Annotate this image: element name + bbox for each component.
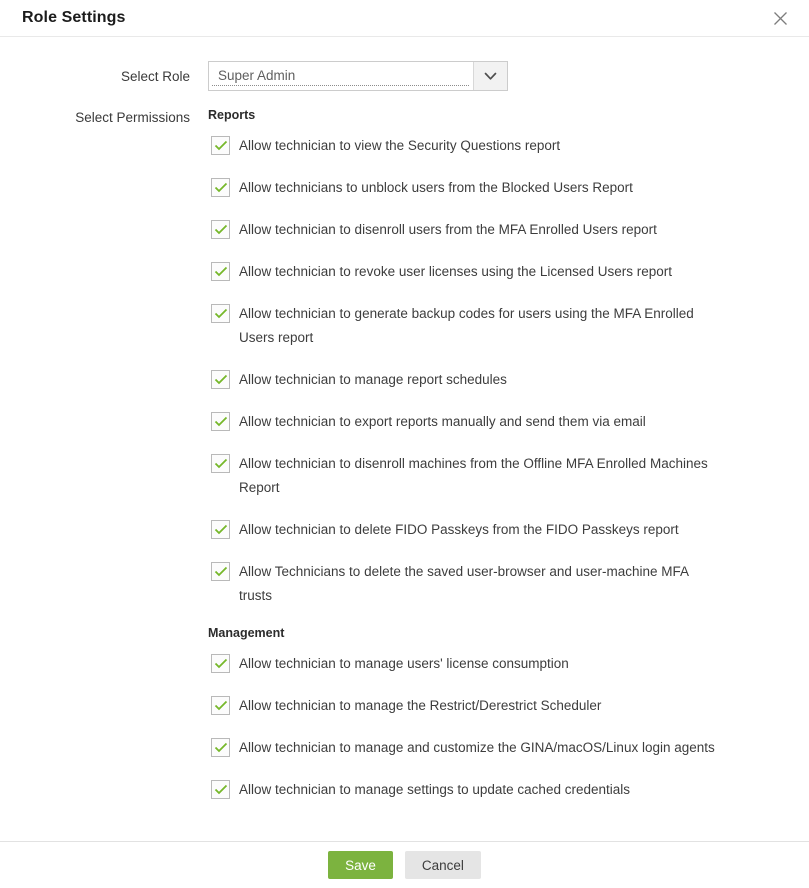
select-permissions-label: Select Permissions: [0, 108, 190, 126]
permission-row: Allow technician to view the Security Qu…: [208, 134, 715, 158]
permission-row: Allow technician to manage and customize…: [208, 736, 715, 760]
permission-checkbox[interactable]: [211, 738, 230, 757]
form-area: Select Role Super Admin Select Permissio…: [0, 37, 809, 820]
section-reports: Reports Allow technician to view the Sec…: [208, 108, 715, 608]
permission-row: Allow technician to delete FIDO Passkeys…: [208, 518, 715, 542]
check-icon: [214, 374, 228, 385]
permission-label: Allow technician to view the Security Qu…: [239, 134, 560, 158]
section-heading-reports: Reports: [208, 108, 715, 122]
permission-checkbox[interactable]: [211, 520, 230, 539]
close-button[interactable]: [771, 9, 789, 27]
check-icon: [214, 224, 228, 235]
permission-label: Allow technician to generate backup code…: [239, 302, 694, 350]
dialog-footer: Save Cancel: [0, 841, 809, 888]
chevron-down-icon: [484, 72, 497, 81]
permission-label: Allow technician to manage and customize…: [239, 736, 715, 760]
section-heading-management: Management: [208, 626, 715, 640]
permission-checkbox[interactable]: [211, 780, 230, 799]
permission-label: Allow technician to revoke user licenses…: [239, 260, 672, 284]
permission-row: Allow technician to disenroll machines f…: [208, 452, 715, 500]
check-icon: [214, 416, 228, 427]
check-icon: [214, 742, 228, 753]
select-role-label: Select Role: [0, 61, 190, 85]
permission-row: Allow technician to manage settings to u…: [208, 778, 715, 802]
permission-row: Allow technician to manage users' licens…: [208, 652, 715, 676]
permission-checkbox[interactable]: [211, 562, 230, 581]
permission-label: Allow technician to export reports manua…: [239, 410, 646, 434]
permission-label: Allow technician to disenroll machines f…: [239, 452, 708, 500]
permission-label: Allow technician to disenroll users from…: [239, 218, 657, 242]
permission-label: Allow technician to manage the Restrict/…: [239, 694, 601, 718]
permission-label: Allow technician to manage settings to u…: [239, 778, 630, 802]
check-icon: [214, 784, 228, 795]
permission-checkbox[interactable]: [211, 178, 230, 197]
check-icon: [214, 658, 228, 669]
permission-checkbox[interactable]: [211, 370, 230, 389]
permission-checkbox[interactable]: [211, 304, 230, 323]
permission-row: Allow technician to manage report schedu…: [208, 368, 715, 392]
select-permissions-row: Select Permissions Reports Allow technic…: [0, 108, 809, 820]
section-management: Management Allow technician to manage us…: [208, 626, 715, 802]
permission-label: Allow technician to manage users' licens…: [239, 652, 569, 676]
permission-label: Allow technicians to unblock users from …: [239, 176, 633, 200]
dialog-title: Role Settings: [22, 9, 126, 27]
permission-label: Allow technician to manage report schedu…: [239, 368, 507, 392]
role-select[interactable]: Super Admin: [208, 61, 508, 91]
check-icon: [214, 524, 228, 535]
check-icon: [214, 266, 228, 277]
permission-row: Allow technician to export reports manua…: [208, 410, 715, 434]
permission-row: Allow technician to revoke user licenses…: [208, 260, 715, 284]
check-icon: [214, 140, 228, 151]
permission-label: Allow Technicians to delete the saved us…: [239, 560, 689, 608]
permission-checkbox[interactable]: [211, 412, 230, 431]
permission-checkbox[interactable]: [211, 454, 230, 473]
role-select-arrow[interactable]: [473, 62, 507, 90]
select-focus-outline: [212, 85, 469, 86]
check-icon: [214, 182, 228, 193]
permission-checkbox[interactable]: [211, 696, 230, 715]
save-button[interactable]: Save: [328, 851, 393, 879]
permission-checkbox[interactable]: [211, 654, 230, 673]
permission-row: Allow Technicians to delete the saved us…: [208, 560, 715, 608]
permission-checkbox[interactable]: [211, 136, 230, 155]
cancel-button[interactable]: Cancel: [405, 851, 481, 879]
permission-checkbox[interactable]: [211, 262, 230, 281]
permissions-list: Reports Allow technician to view the Sec…: [208, 108, 715, 820]
check-icon: [214, 308, 228, 319]
permission-row: Allow technician to generate backup code…: [208, 302, 715, 350]
close-icon: [773, 11, 788, 26]
permission-label: Allow technician to delete FIDO Passkeys…: [239, 518, 679, 542]
permission-checkbox[interactable]: [211, 220, 230, 239]
permission-row: Allow technicians to unblock users from …: [208, 176, 715, 200]
permission-row: Allow technician to disenroll users from…: [208, 218, 715, 242]
permission-row: Allow technician to manage the Restrict/…: [208, 694, 715, 718]
check-icon: [214, 458, 228, 469]
check-icon: [214, 700, 228, 711]
dialog-header: Role Settings: [0, 0, 809, 37]
check-icon: [214, 566, 228, 577]
select-role-row: Select Role Super Admin: [0, 61, 809, 91]
